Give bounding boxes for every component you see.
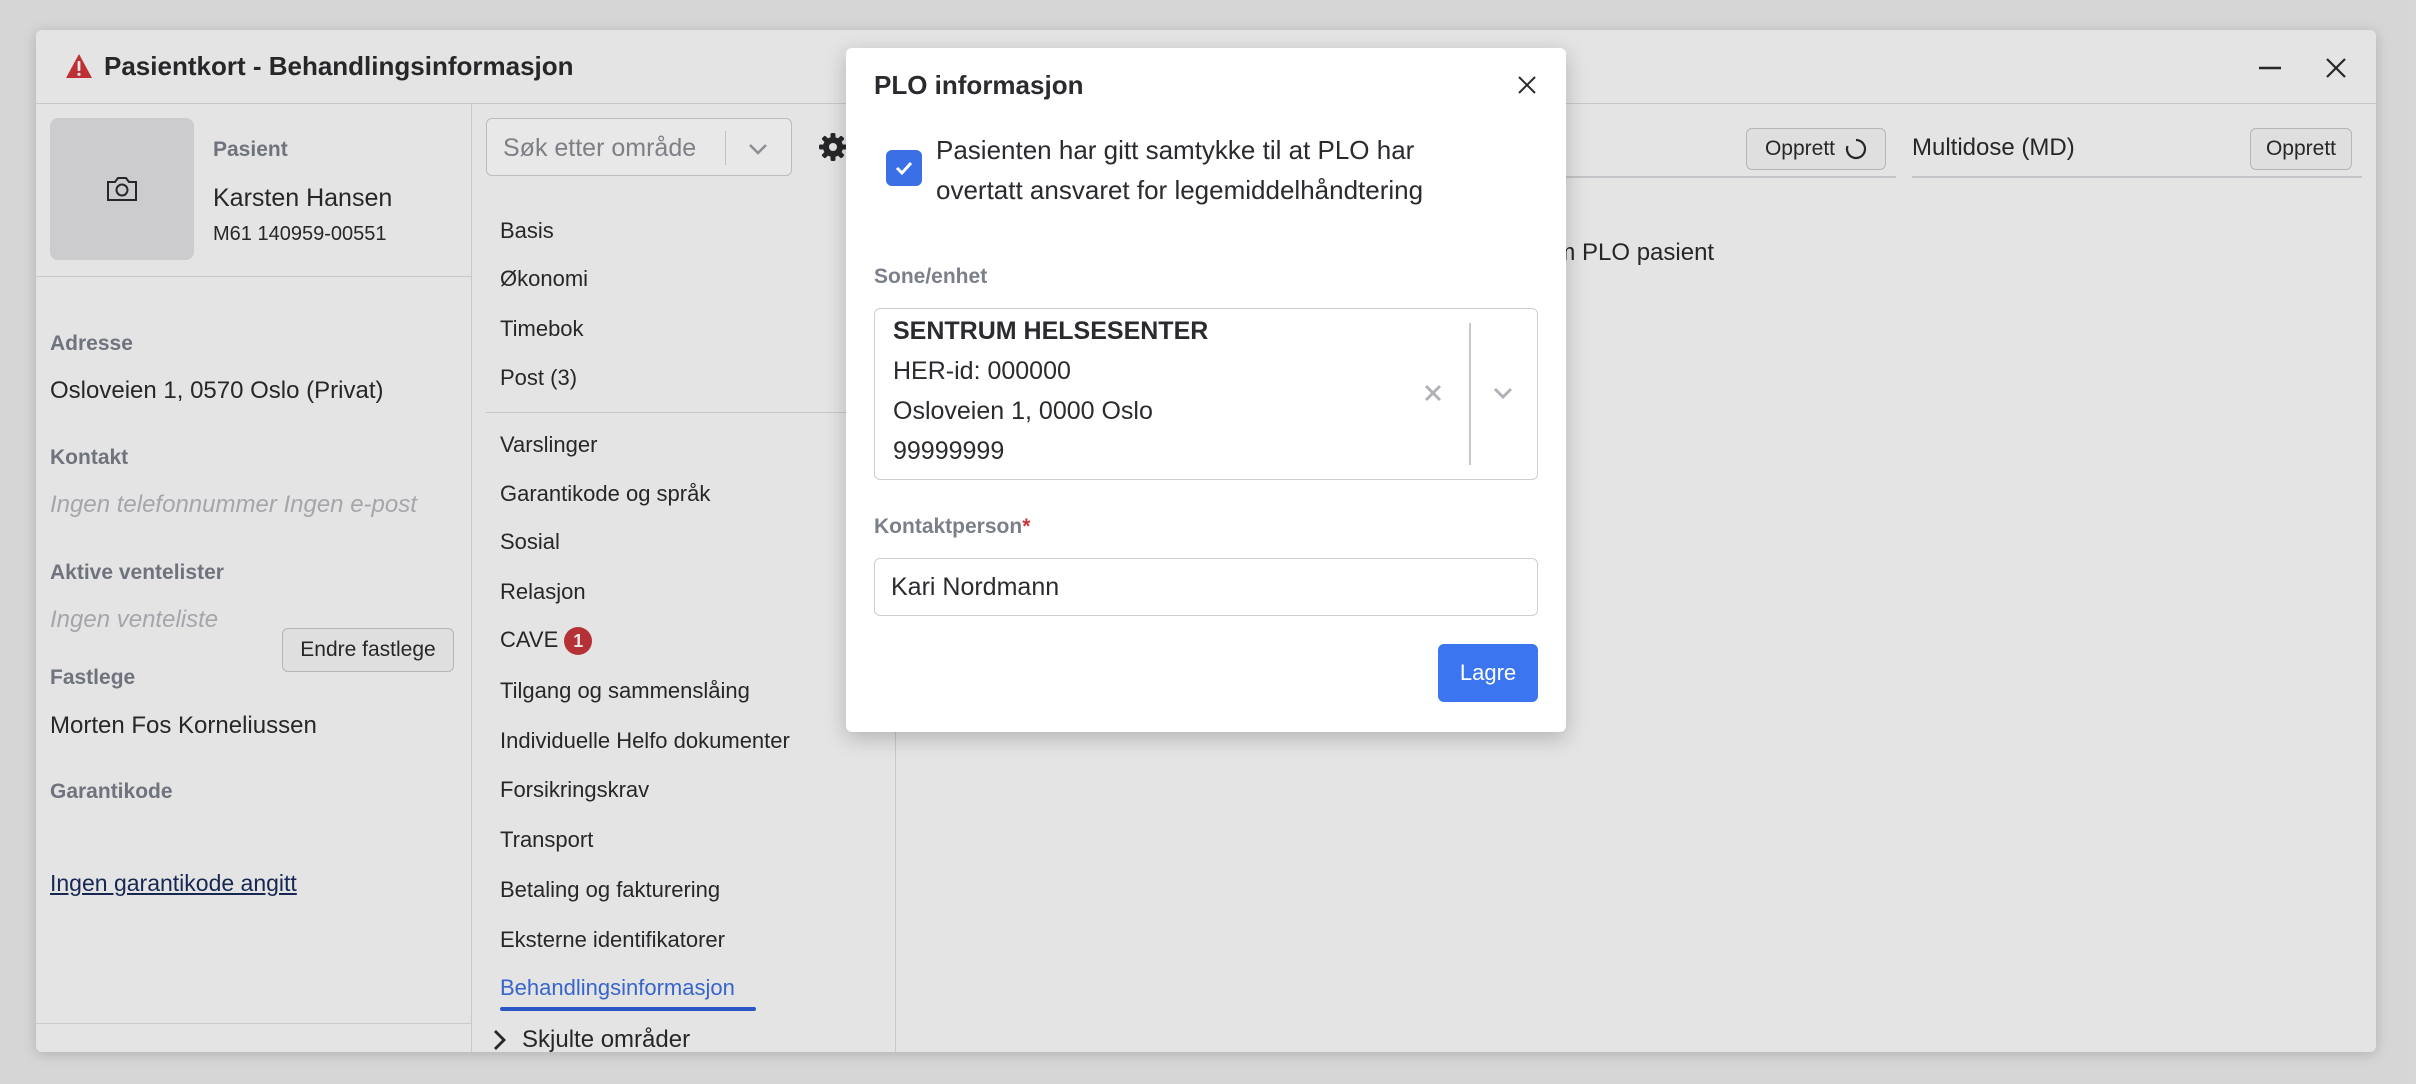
contact-person-label: Kontaktperson* — [874, 515, 1030, 539]
clear-icon[interactable] — [1419, 379, 1447, 407]
chevron-down-icon[interactable] — [1489, 379, 1517, 407]
save-button[interactable]: Lagre — [1438, 644, 1538, 702]
checkmark-icon — [895, 161, 913, 176]
sone-address: Osloveien 1, 0000 Oslo — [893, 397, 1153, 425]
divider — [1469, 323, 1471, 465]
dialog-close-button[interactable] — [1510, 68, 1544, 102]
close-icon — [1518, 76, 1536, 94]
contact-person-input[interactable] — [874, 558, 1538, 616]
plo-info-dialog: PLO informasjon Pasienten har gitt samty… — [846, 48, 1566, 732]
contact-person-label-text: Kontaktperson — [874, 515, 1023, 538]
sone-her-id: HER-id: 000000 — [893, 357, 1071, 385]
sone-phone: 99999999 — [893, 437, 1005, 465]
dialog-title: PLO informasjon — [874, 70, 1084, 100]
consent-checkbox[interactable] — [886, 150, 922, 186]
sone-label: Sone/enhet — [874, 265, 988, 288]
sone-select[interactable]: SENTRUM HELSESENTER HER-id: 000000 Oslov… — [874, 308, 1538, 480]
sone-name: SENTRUM HELSESENTER — [893, 317, 1209, 345]
consent-label[interactable]: Pasienten har gitt samtykke til at PLO h… — [936, 130, 1496, 210]
required-marker: * — [1022, 515, 1031, 538]
